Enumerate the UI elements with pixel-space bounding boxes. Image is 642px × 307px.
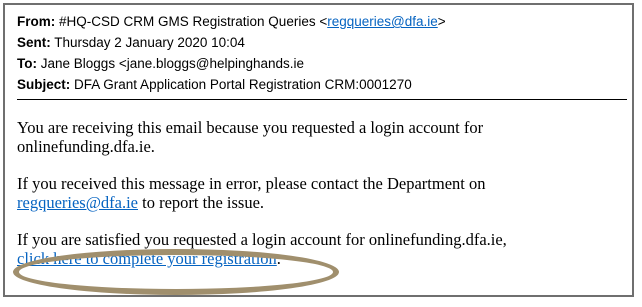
to-value: Jane Bloggs <jane.bloggs@helpinghands.ie (40, 56, 305, 71)
from-row: From: #HQ-CSD CRM GMS Registration Queri… (17, 11, 625, 32)
email-window: From: #HQ-CSD CRM GMS Registration Queri… (3, 3, 634, 297)
subject-value: DFA Grant Application Portal Registratio… (74, 77, 412, 92)
para3-text: If you are satisfied you requested a log… (17, 230, 507, 249)
to-row: To: Jane Bloggs <jane.bloggs@helpinghand… (17, 53, 625, 74)
from-close: > (437, 14, 446, 29)
email-body: You are receiving this email because you… (17, 118, 625, 286)
para3-tail: . (276, 249, 281, 268)
subject-row: Subject: DFA Grant Application Portal Re… (17, 74, 625, 95)
sent-row: Sent: Thursday 2 January 2020 10:04 (17, 32, 625, 53)
from-name: #HQ-CSD CRM GMS Registration Queries < (59, 14, 328, 29)
sent-label: Sent: (17, 35, 51, 50)
body-paragraph-1: You are receiving this email because you… (17, 118, 484, 156)
body-paragraph-3: If you are satisfied you requested a log… (17, 230, 625, 268)
to-label: To: (17, 56, 37, 71)
body-paragraph-2: If you received this message in error, p… (17, 174, 625, 212)
header-divider (17, 99, 627, 100)
email-header: From: #HQ-CSD CRM GMS Registration Queri… (17, 11, 625, 95)
para2-text: If you received this message in error, p… (17, 174, 486, 193)
subject-label: Subject: (17, 77, 71, 92)
from-email-link[interactable]: regqueries@dfa.ie (327, 14, 438, 29)
para2-tail: to report the issue. (138, 193, 265, 212)
sent-value: Thursday 2 January 2020 10:04 (54, 35, 245, 50)
regqueries-email-link[interactable]: regqueries@dfa.ie (17, 193, 138, 212)
complete-registration-link[interactable]: click here to complete your registration (17, 249, 277, 268)
from-label: From: (17, 14, 56, 29)
